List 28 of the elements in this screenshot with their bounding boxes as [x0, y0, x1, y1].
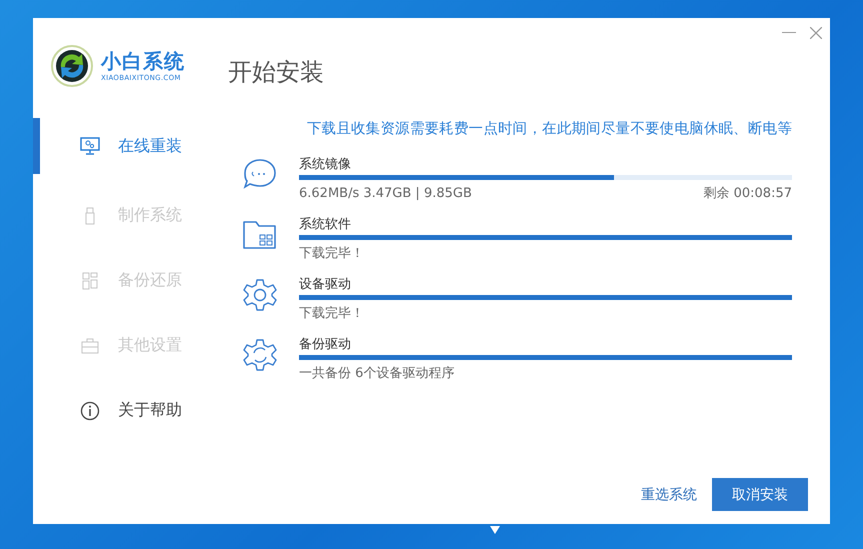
item-name: 系统软件	[299, 216, 352, 234]
logo-icon	[51, 45, 93, 87]
gear-refresh-icon	[242, 338, 278, 372]
remaining-time: 剩余 00:08:57	[703, 185, 792, 203]
briefcase-icon	[80, 336, 100, 354]
notice-text: 下载且收集资源需要耗费一点时间，在此期间尽量不要使电脑休眠、断电等	[306, 120, 792, 138]
triangle-icon	[490, 526, 500, 534]
item-name: 设备驱动	[299, 276, 352, 294]
info-icon	[80, 400, 100, 420]
status-text: 一共备份 6个设备驱动程序	[299, 365, 454, 383]
page-title: 开始安装	[228, 57, 324, 88]
item-name: 备份驱动	[299, 336, 352, 354]
cancel-button[interactable]: 取消安装	[712, 478, 808, 511]
chat-bubble-icon	[242, 158, 278, 190]
monitor-icon	[80, 137, 100, 155]
grid-icon	[80, 272, 100, 290]
gear-icon	[242, 278, 278, 312]
speed-text: 6.62MB/s 3.47GB | 9.85GB	[299, 185, 472, 203]
sidebar-item[interactable]: 在线重装	[33, 118, 230, 174]
status-text: 下载完毕！	[299, 305, 364, 323]
minimize-icon[interactable]	[782, 32, 796, 34]
sidebar-item[interactable]: 关于帮助	[33, 378, 230, 443]
logo-name: 小白系统	[101, 49, 185, 73]
close-icon[interactable]	[810, 27, 822, 39]
reselect-link[interactable]: 重选系统	[641, 486, 697, 504]
status-text: 下载完毕！	[299, 245, 364, 263]
folder-icon	[242, 218, 278, 250]
item-name: 系统镜像	[299, 156, 352, 174]
